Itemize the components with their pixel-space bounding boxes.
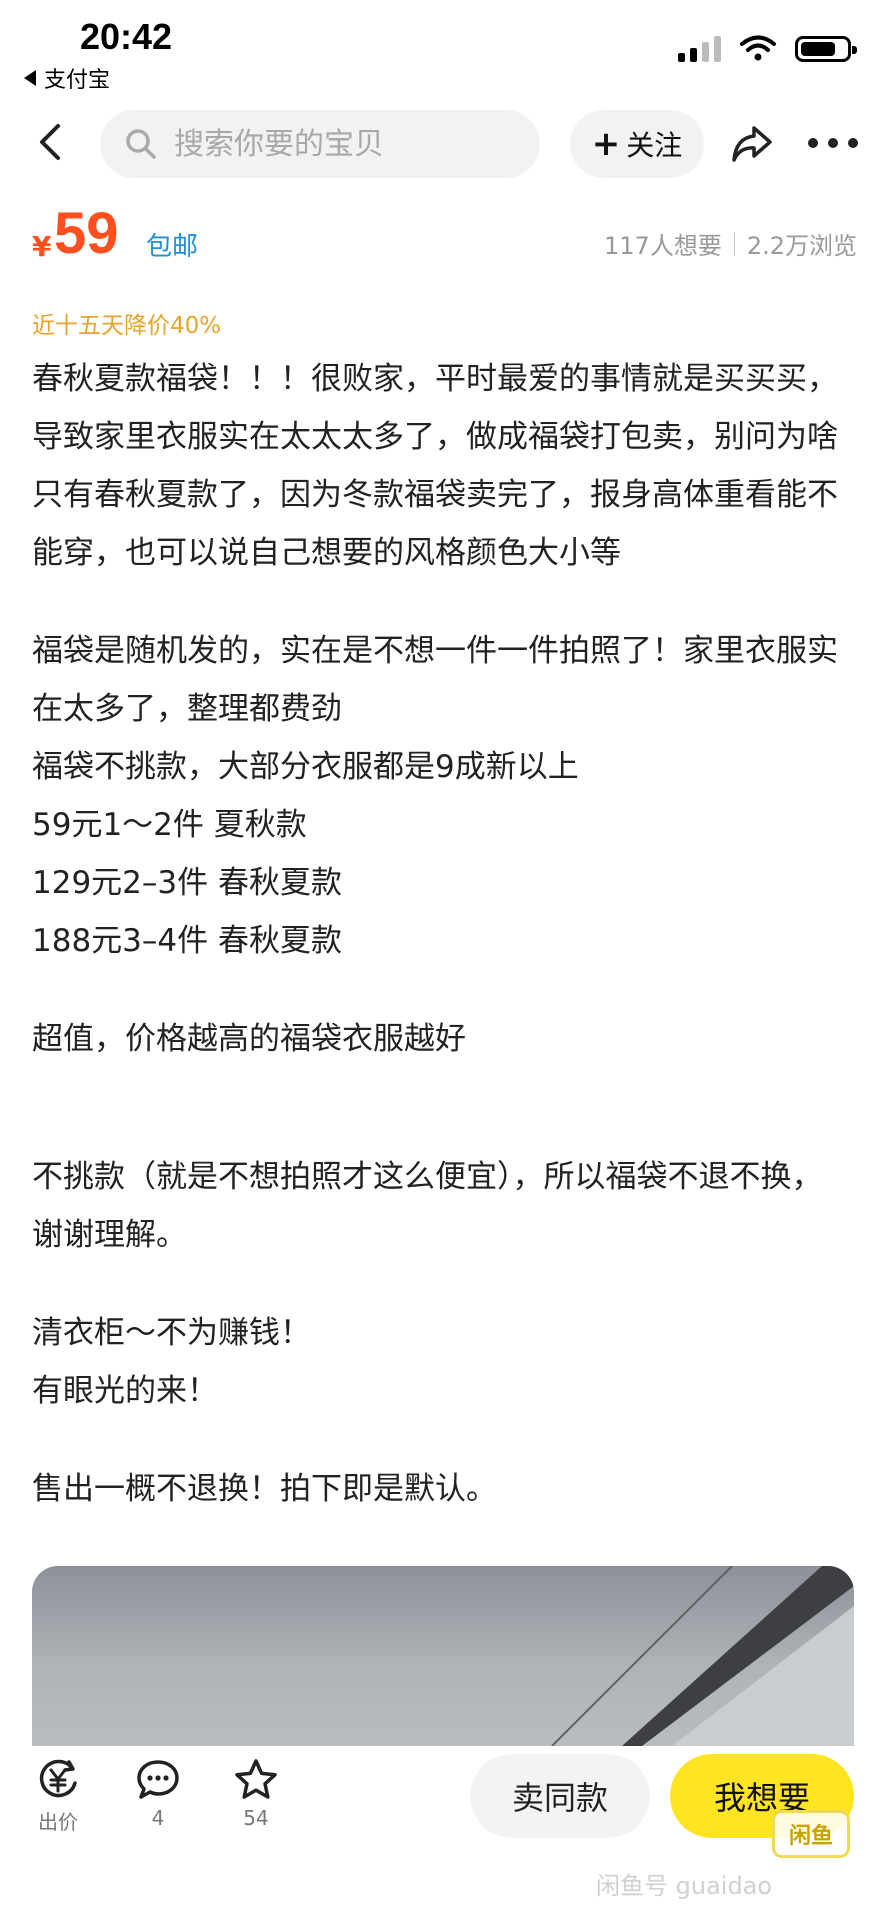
- price-row: ¥ 59 包邮 117人想要 2.2万浏览: [32, 200, 857, 280]
- watermark: 闲鱼号 guaidao: [596, 1872, 773, 1900]
- description-paragraph: 售出一概不退换！拍下即是默认。: [32, 1471, 497, 1507]
- follow-button[interactable]: + 关注: [570, 110, 704, 178]
- search-icon: [126, 129, 156, 159]
- offer-price-button[interactable]: 出价: [18, 1758, 98, 1835]
- price: 59: [54, 201, 119, 266]
- search-box[interactable]: [100, 110, 540, 178]
- view-count: 2.2万浏览: [746, 232, 857, 260]
- description-paragraph: 春秋夏款福袋！！！很败家，平时最爱的事情就是买买买，导致家里衣服实在太太太多了，…: [32, 361, 838, 571]
- favorites-count: 54: [243, 1806, 269, 1830]
- description-paragraph: 有眼光的来！: [32, 1373, 218, 1409]
- back-to-app-link[interactable]: 支付宝: [24, 62, 110, 94]
- search-input[interactable]: [172, 125, 506, 163]
- price-drop-notice: 近十五天降价40%: [32, 313, 222, 339]
- free-shipping-tag: 包邮: [146, 232, 199, 262]
- back-arrow-icon: [24, 70, 36, 86]
- description-paragraph: 超值，价格越高的福袋衣服越好: [32, 1021, 466, 1057]
- status-time: 20:42: [80, 16, 173, 57]
- product-photo[interactable]: [32, 1566, 854, 1746]
- currency-symbol: ¥: [32, 230, 52, 263]
- photo-content: [551, 1566, 854, 1746]
- xianyu-logo: 闲鱼: [772, 1810, 850, 1858]
- description-paragraph: 福袋不挑款，大部分衣服都是9成新以上: [32, 749, 579, 785]
- more-options-icon[interactable]: [808, 136, 858, 150]
- status-indicators: [678, 34, 857, 62]
- description-paragraph: 清衣柜～不为赚钱！: [32, 1315, 311, 1351]
- nav-bar: + 关注: [0, 106, 887, 182]
- status-bar: 20:42 支付宝: [0, 0, 887, 100]
- description-paragraph: 188元3–4件 春秋夏款: [32, 923, 342, 959]
- description-paragraph: 不挑款（就是不想拍照才这么便宜），所以福袋不退不换，谢谢理解。: [32, 1159, 823, 1253]
- share-icon[interactable]: [728, 120, 776, 168]
- description-paragraph: 129元2–3件 春秋夏款: [32, 865, 342, 901]
- cellular-signal-icon: [678, 34, 721, 62]
- favorite-button[interactable]: 54: [216, 1758, 296, 1830]
- plus-icon: +: [591, 124, 621, 164]
- wifi-icon: [740, 35, 776, 61]
- offer-price-label: 出价: [38, 1810, 78, 1834]
- item-description: 春秋夏款福袋！！！很败家，平时最爱的事情就是买买买，导致家里衣服实在太太太多了，…: [32, 350, 847, 1518]
- back-button[interactable]: [30, 120, 74, 164]
- description-paragraph: 福袋是随机发的，实在是不想一件一件拍照了！家里衣服实在太多了，整理都费劲: [32, 633, 838, 727]
- want-count: 117人想要: [604, 232, 722, 260]
- back-app-label: 支付宝: [44, 68, 111, 93]
- offer-price-icon: [39, 1759, 77, 1798]
- star-icon: [235, 1759, 277, 1799]
- listing-stats: 117人想要 2.2万浏览: [604, 226, 857, 261]
- comment-icon: [137, 1760, 179, 1799]
- description-paragraph: 59元1～2件 夏秋款: [32, 807, 307, 843]
- comments-count: 4: [151, 1806, 165, 1830]
- sell-same-button[interactable]: 卖同款: [470, 1754, 650, 1838]
- stats-divider: [733, 231, 735, 256]
- comments-button[interactable]: 4: [118, 1758, 198, 1830]
- follow-label: 关注: [626, 129, 683, 162]
- battery-icon: [795, 36, 857, 62]
